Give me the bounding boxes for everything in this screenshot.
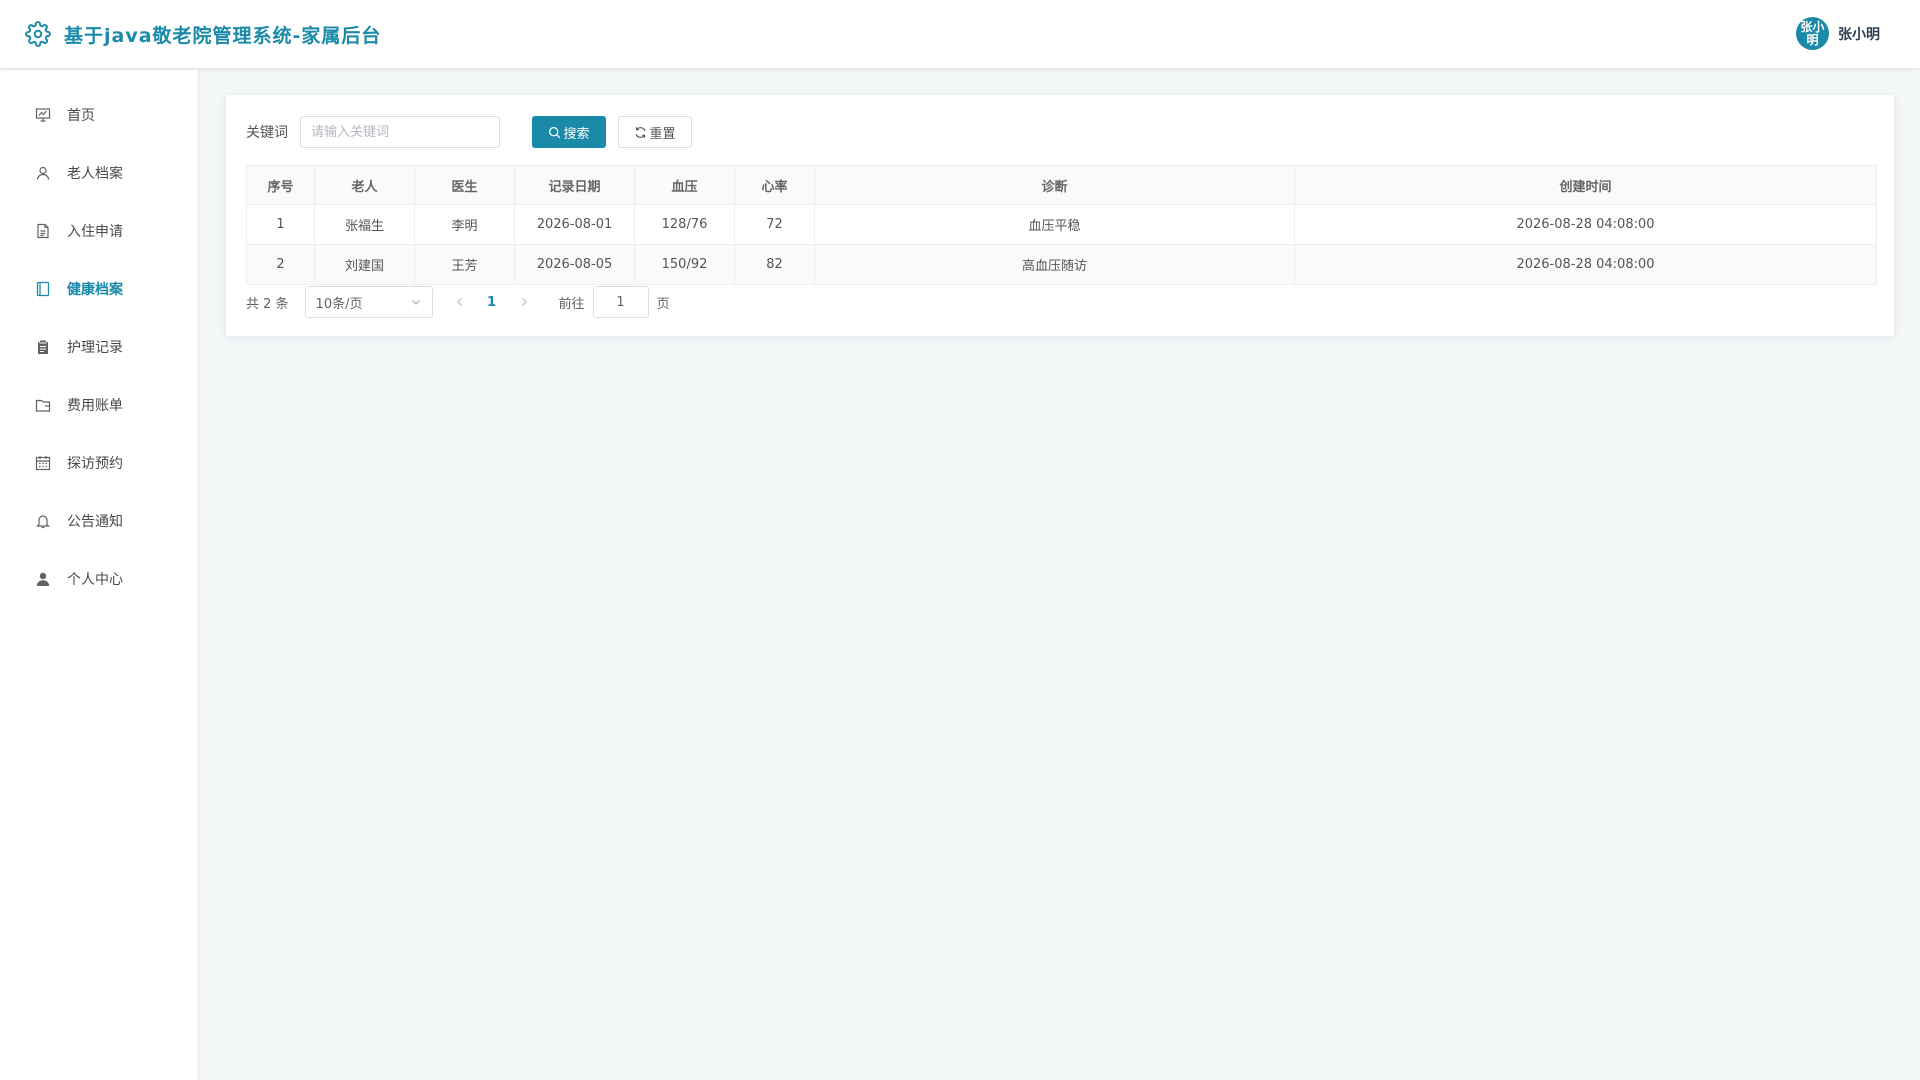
table-cell: 李明: [414, 204, 515, 245]
sidebar: 首页 老人档案 入住申请 健康档案 护理记录 费用账单 探访预约 公告通知 个人…: [0, 70, 199, 1080]
table-row[interactable]: 1 张福生 李明 2026-08-01 128/76 72 血压平稳 2026-…: [246, 204, 1877, 245]
sidebar-item-label: 首页: [67, 108, 95, 124]
goto-label: 前往: [558, 296, 585, 312]
table-cell: 刘建国: [314, 244, 415, 285]
keyword-label: 关键词: [246, 125, 288, 141]
table-cell: 2026-08-01: [514, 204, 635, 245]
search-button-label: 搜索: [563, 126, 590, 142]
sidebar-item-elder-archive[interactable]: 老人档案: [0, 144, 198, 202]
top-header: 基于java敬老院管理系统-家属后台 张小明 张小明: [0, 0, 1920, 69]
table-cell: 2026-08-28 04:08:00: [1294, 204, 1877, 245]
table-cell: 72: [734, 204, 815, 245]
keyword-input[interactable]: [300, 116, 500, 148]
health-archive-panel: 关键词 搜索 重置 序号 老人: [225, 94, 1895, 337]
column-header: 记录日期: [514, 165, 635, 205]
sidebar-item-health-archive[interactable]: 健康档案: [0, 260, 198, 318]
pagination: 共 2 条 10条/页 1 前往 页: [246, 286, 670, 318]
chevron-down-icon: [410, 296, 422, 308]
table-cell: 128/76: [634, 204, 735, 245]
user-menu[interactable]: 张小明 张小明: [1796, 17, 1880, 50]
search-icon: [548, 126, 561, 139]
sidebar-item-label: 入住申请: [67, 224, 123, 240]
column-header: 老人: [314, 165, 415, 205]
reset-button-label: 重置: [649, 126, 676, 142]
table-header-row: 序号 老人 医生 记录日期 血压 心率 诊断 创建时间: [246, 165, 1877, 205]
sidebar-item-home[interactable]: 首页: [0, 86, 198, 144]
reset-button[interactable]: 重置: [618, 116, 692, 148]
username[interactable]: 张小明: [1838, 24, 1880, 44]
column-header: 诊断: [814, 165, 1295, 205]
column-header: 医生: [414, 165, 515, 205]
page-size-select[interactable]: 10条/页: [304, 286, 433, 318]
notebook-icon: [34, 280, 52, 298]
total-count: 共 2 条: [246, 296, 289, 312]
table-cell: 张福生: [314, 204, 415, 245]
gear-icon[interactable]: [24, 20, 52, 48]
document-icon: [34, 222, 52, 240]
sidebar-item-label: 护理记录: [67, 340, 123, 356]
page-size-value: 10条/页: [315, 296, 363, 312]
sidebar-item-profile[interactable]: 个人中心: [0, 550, 198, 608]
sidebar-item-care-record[interactable]: 护理记录: [0, 318, 198, 376]
calendar-icon: [34, 454, 52, 472]
table-cell: 2026-08-05: [514, 244, 635, 285]
column-header: 血压: [634, 165, 735, 205]
column-header: 序号: [246, 165, 315, 205]
table-cell: 150/92: [634, 244, 735, 285]
sidebar-item-label: 探访预约: [67, 456, 123, 472]
prev-page-button[interactable]: [447, 288, 473, 316]
page-number-current[interactable]: 1: [477, 288, 507, 316]
table-cell: 血压平稳: [814, 204, 1295, 245]
table-cell: 2026-08-28 04:08:00: [1294, 244, 1877, 285]
table-cell: 高血压随访: [814, 244, 1295, 285]
sidebar-item-admission[interactable]: 入住申请: [0, 202, 198, 260]
user-filled-icon: [34, 570, 52, 588]
refresh-icon: [634, 126, 647, 139]
search-button[interactable]: 搜索: [532, 116, 606, 148]
sidebar-item-label: 个人中心: [67, 572, 123, 588]
user-icon: [34, 164, 52, 182]
sidebar-item-label: 公告通知: [67, 514, 123, 530]
chevron-left-icon: [456, 298, 462, 306]
goto-page-input[interactable]: [592, 286, 649, 318]
page-unit-label: 页: [656, 296, 670, 312]
next-page-button[interactable]: [511, 288, 537, 316]
search-bar: 关键词 搜索 重置: [246, 116, 692, 148]
sidebar-item-label: 健康档案: [67, 282, 123, 298]
sidebar-item-label: 老人档案: [67, 166, 123, 182]
health-records-table: 序号 老人 医生 记录日期 血压 心率 诊断 创建时间 1 张福生 李明 202…: [246, 165, 1877, 285]
column-header: 创建时间: [1294, 165, 1877, 205]
table-cell: 1: [246, 204, 315, 245]
sidebar-item-billing[interactable]: 费用账单: [0, 376, 198, 434]
table-cell: 2: [246, 244, 315, 285]
column-header: 心率: [734, 165, 815, 205]
chevron-right-icon: [521, 298, 527, 306]
table-cell: 82: [734, 244, 815, 285]
sidebar-item-label: 费用账单: [67, 398, 123, 414]
bell-icon: [34, 512, 52, 530]
table-row[interactable]: 2 刘建国 王芳 2026-08-05 150/92 82 高血压随访 2026…: [246, 244, 1877, 285]
presentation-chart-icon: [34, 106, 52, 124]
sidebar-item-notice[interactable]: 公告通知: [0, 492, 198, 550]
sidebar-item-visit-booking[interactable]: 探访预约: [0, 434, 198, 492]
avatar[interactable]: 张小明: [1796, 17, 1829, 50]
clipboard-icon: [34, 338, 52, 356]
table-cell: 王芳: [414, 244, 515, 285]
app-title: 基于java敬老院管理系统-家属后台: [64, 24, 382, 47]
wallet-icon: [34, 396, 52, 414]
